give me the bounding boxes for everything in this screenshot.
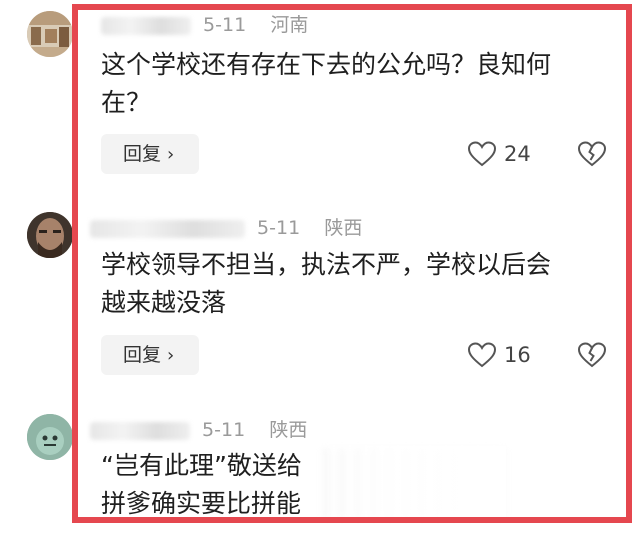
- like-count: 16: [504, 343, 531, 367]
- chevron-right-icon: ›: [167, 144, 175, 165]
- like-button[interactable]: 24: [468, 134, 531, 174]
- heart-outline-icon: [468, 141, 496, 167]
- dislike-button[interactable]: [578, 134, 608, 174]
- reply-label: 回复: [123, 344, 162, 366]
- comment-text: 学校领导不担当，执法不严，学校以后会 越来越没落: [101, 246, 621, 322]
- heart-outline-icon: [468, 342, 496, 368]
- comment-meta: 5-11 陕西: [90, 415, 307, 442]
- avatar-cartoon-image: [27, 414, 73, 460]
- comment-meta: 5-11 陕西: [90, 213, 362, 240]
- broken-heart-icon: [578, 141, 606, 167]
- comment-text-line: 这个学校还有存在下去的公允吗？良知何: [101, 50, 552, 79]
- dislike-button[interactable]: [578, 335, 608, 375]
- comment-location: 陕西: [324, 217, 363, 239]
- blurred-username: [90, 219, 245, 238]
- reply-button[interactable]: 回复 ›: [101, 134, 199, 174]
- comment-date: 5-11: [257, 217, 301, 239]
- comment-meta: 5-11 河南: [101, 10, 308, 37]
- comment-text: 这个学校还有存在下去的公允吗？良知何 在？: [101, 46, 621, 122]
- comment-location: 河南: [270, 14, 309, 36]
- comment-text-line: 越来越没落: [101, 288, 227, 317]
- reply-label: 回复: [123, 143, 162, 165]
- like-count: 24: [504, 142, 531, 166]
- comment-date: 5-11: [203, 14, 247, 36]
- comment-date: 5-11: [202, 419, 246, 441]
- comment-text-line: 学校领导不担当，执法不严，学校以后会: [101, 250, 552, 279]
- avatar[interactable]: [27, 11, 73, 57]
- avatar-face-image: [27, 212, 73, 258]
- reply-button[interactable]: 回复 ›: [101, 335, 199, 375]
- comment-text-line: 在？: [101, 88, 152, 117]
- avatar-room-image: [27, 11, 73, 57]
- like-button[interactable]: 16: [468, 335, 531, 375]
- blurred-username: [90, 421, 190, 440]
- avatar[interactable]: [27, 212, 73, 258]
- fade-overlay: [322, 446, 506, 518]
- broken-heart-icon: [578, 342, 606, 368]
- chevron-right-icon: ›: [167, 345, 175, 366]
- avatar[interactable]: [27, 414, 73, 460]
- blurred-username: [101, 16, 191, 35]
- comment-location: 陕西: [269, 419, 308, 441]
